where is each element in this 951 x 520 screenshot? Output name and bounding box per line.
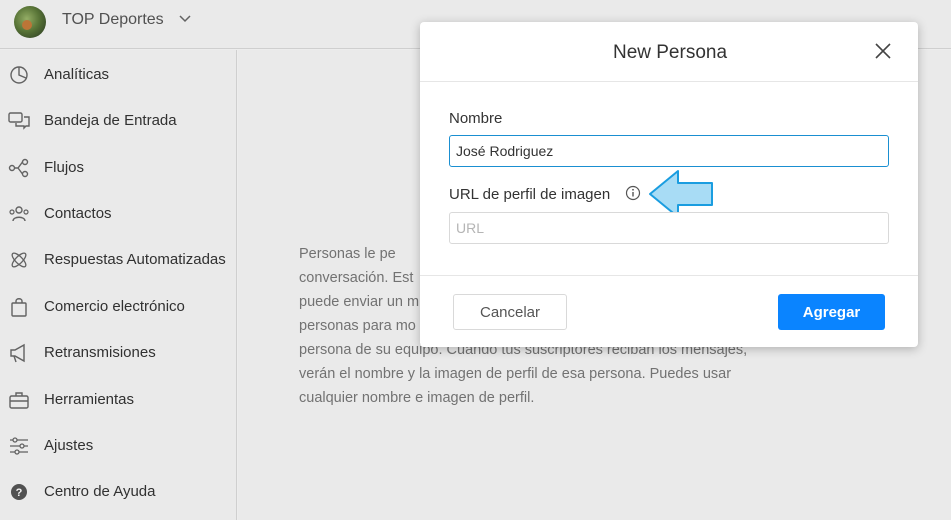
url-label: URL de perfil de imagen	[449, 186, 611, 203]
name-input[interactable]	[449, 135, 889, 167]
add-button[interactable]: Agregar	[778, 294, 885, 330]
info-icon[interactable]	[625, 185, 641, 201]
modal-title: New Persona	[612, 42, 728, 63]
footer-divider	[420, 275, 918, 276]
name-label: Nombre	[449, 110, 503, 127]
new-persona-modal: New Persona Nombre URL de perfil de imag…	[420, 22, 918, 347]
cancel-button[interactable]: Cancelar	[453, 294, 567, 330]
close-icon[interactable]	[872, 40, 894, 62]
modal-header: New Persona	[420, 22, 918, 82]
url-input[interactable]	[449, 212, 889, 244]
